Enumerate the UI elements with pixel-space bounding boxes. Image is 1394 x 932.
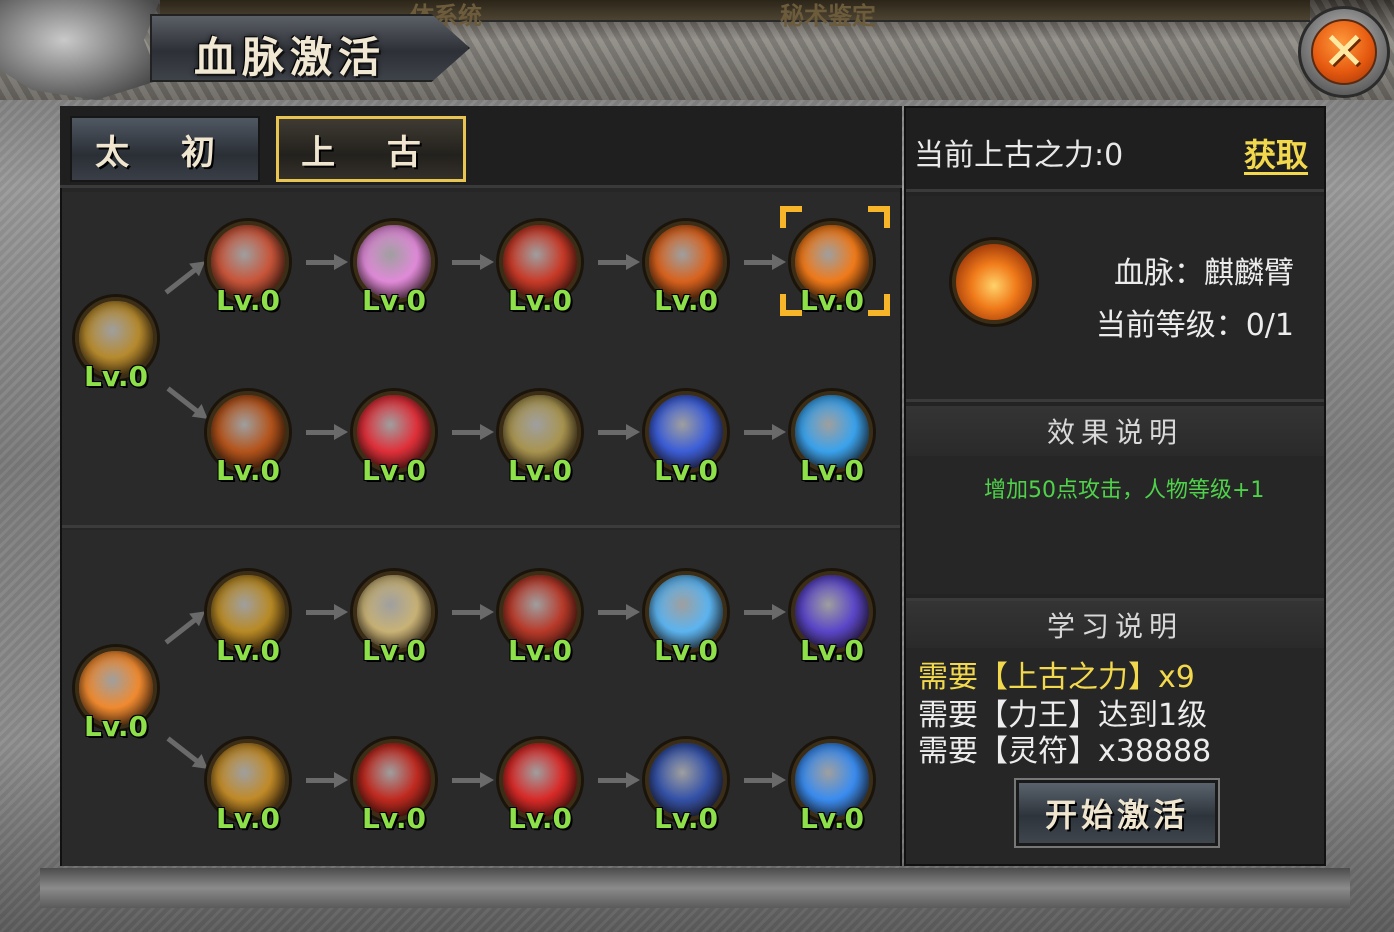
arrow-right-icon — [598, 772, 642, 788]
node-level-label: Lv.0 — [84, 710, 148, 743]
arrow-right-icon — [744, 604, 788, 620]
node-level-label: Lv.0 — [216, 284, 280, 317]
node-level-label: Lv.0 — [654, 634, 718, 667]
arrow-right-icon — [598, 424, 642, 440]
learn-section-title: 学习说明 — [906, 598, 1324, 648]
requirement-lingfu: 需要【灵符】x38888 — [918, 734, 1212, 769]
arrow-right-icon — [452, 254, 496, 270]
node-level-label: Lv.0 — [508, 634, 572, 667]
effect-section: 增加50点攻击，人物等级+1 — [906, 456, 1324, 594]
tab-shanggu[interactable]: 上 古 — [276, 116, 466, 182]
start-activate-button[interactable]: 开始激活 — [1016, 780, 1218, 846]
node-level-label: Lv.0 — [654, 454, 718, 487]
dragon-ornament-icon — [0, 0, 160, 100]
arrow-right-icon — [306, 604, 350, 620]
arrow-right-icon — [452, 772, 496, 788]
arrow-right-icon — [306, 424, 350, 440]
node-level-label: Lv.0 — [362, 634, 426, 667]
arrow-right-icon — [306, 254, 350, 270]
tab-bar: 太 初 上 古 — [60, 106, 902, 188]
arrow-right-icon — [452, 604, 496, 620]
node-level-label: Lv.0 — [362, 802, 426, 835]
node-level-label: Lv.0 — [508, 454, 572, 487]
fire-icon — [952, 240, 1036, 324]
current-level: 当前等级：0/1 — [1095, 308, 1294, 343]
node-level-label: Lv.0 — [84, 360, 148, 393]
bloodline-info: 血脉：麒麟臂 当前等级：0/1 — [906, 196, 1324, 402]
node-level-label: Lv.0 — [216, 802, 280, 835]
power-header: 当前上古之力:0 获取 — [906, 108, 1324, 192]
node-level-label: Lv.0 — [654, 802, 718, 835]
window-title: 血脉激活 — [194, 33, 387, 82]
arrow-right-icon — [452, 424, 496, 440]
selected-node-frame — [780, 206, 890, 316]
close-button[interactable]: ✕ — [1298, 6, 1390, 98]
skill-tree-1 — [62, 192, 900, 528]
node-level-label: Lv.0 — [800, 454, 864, 487]
node-level-label: Lv.0 — [800, 634, 864, 667]
node-level-label: Lv.0 — [800, 802, 864, 835]
tab-taichu[interactable]: 太 初 — [70, 116, 260, 182]
title-plate: 血脉激活 — [150, 14, 470, 82]
arrow-right-icon — [598, 254, 642, 270]
acquire-link[interactable]: 获取 — [1244, 130, 1308, 176]
node-level-label: Lv.0 — [362, 454, 426, 487]
arrow-right-icon — [306, 772, 350, 788]
node-level-label: Lv.0 — [216, 454, 280, 487]
node-level-label: Lv.0 — [216, 634, 280, 667]
skill-tree-2 — [62, 530, 900, 866]
node-level-label: Lv.0 — [508, 802, 572, 835]
bottom-rim — [40, 868, 1350, 908]
node-level-label: Lv.0 — [362, 284, 426, 317]
node-level-label: Lv.0 — [654, 284, 718, 317]
arrow-right-icon — [744, 424, 788, 440]
node-level-label: Lv.0 — [508, 284, 572, 317]
effect-section-title: 效果说明 — [906, 406, 1324, 456]
effect-description: 增加50点攻击，人物等级+1 — [984, 478, 1265, 503]
close-icon: ✕ — [1311, 19, 1377, 85]
background-tab-identify: 秘术鉴定 — [780, 1, 876, 30]
arrow-right-icon — [744, 772, 788, 788]
current-power-label: 当前上古之力:0 — [914, 138, 1124, 173]
arrow-right-icon — [598, 604, 642, 620]
bloodline-name: 血脉：麒麟臂 — [1114, 256, 1294, 291]
